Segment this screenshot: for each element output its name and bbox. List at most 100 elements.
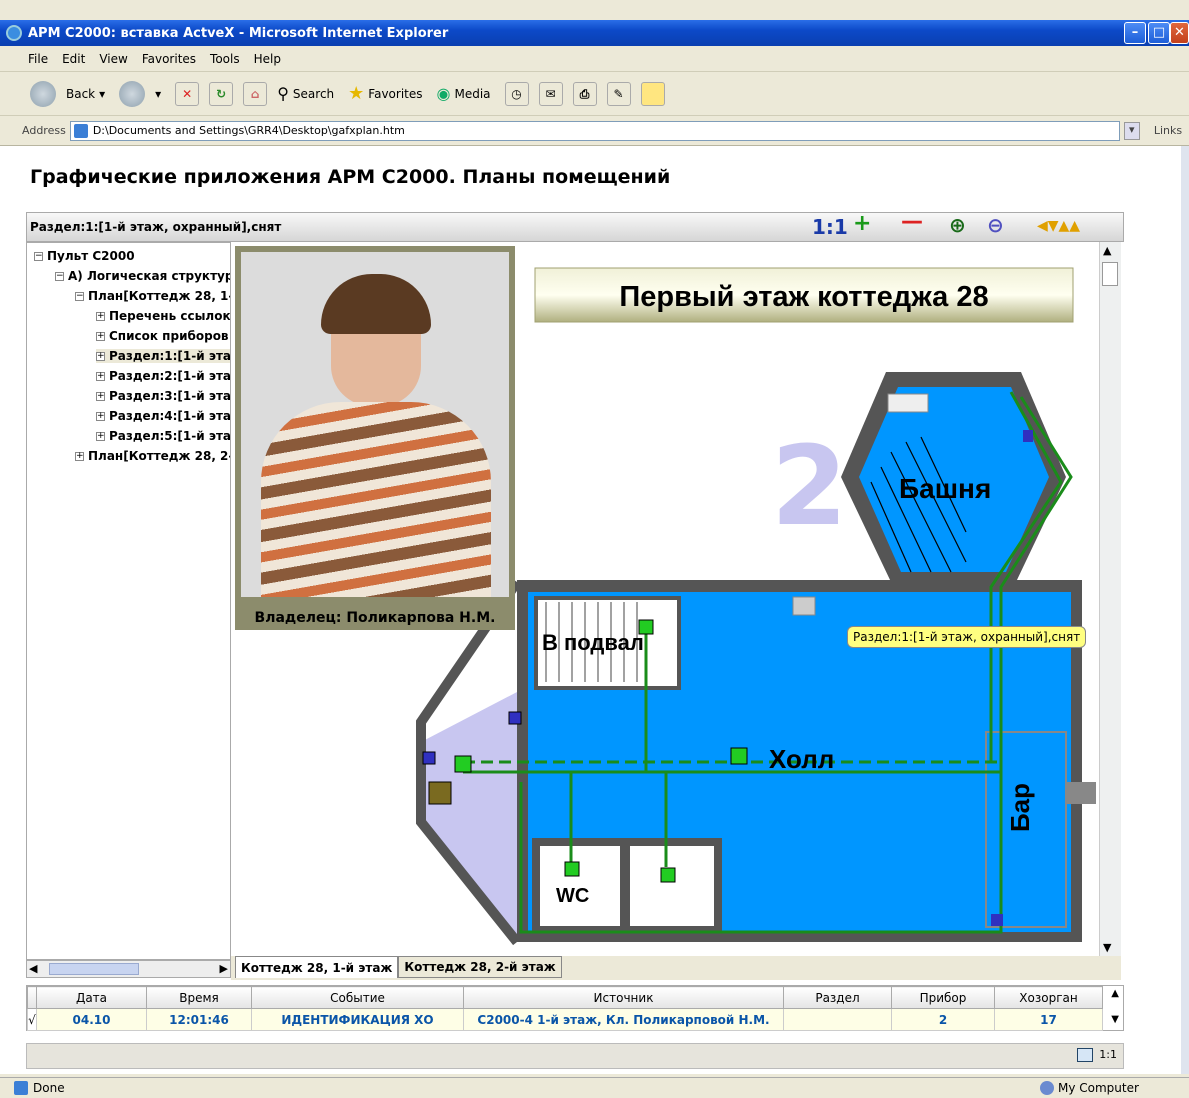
page-done-icon [14,1081,28,1095]
media-button[interactable]: ◉ Media [437,84,491,103]
room-label-basement: В подвал [542,630,644,655]
window-title: АРМ С2000: вставка ActveX - Microsoft In… [28,25,449,41]
scroll-up-icon[interactable]: ▲ [1103,244,1111,257]
event-log: Дата Время Событие Источник Раздел Прибо… [26,985,1124,1031]
search-button[interactable]: ⚲ Search [277,84,334,103]
back-button[interactable]: Back ▾ [30,80,105,107]
menu-file[interactable]: File [28,52,48,66]
owner-photo-frame: Владелец: Поликарпова Н.М. [235,246,515,630]
mail-icon[interactable]: ✉ [538,81,563,106]
search-icon: ⚲ [277,84,289,103]
scroll-right-icon[interactable]: ▶ [220,962,228,975]
tab-floor-2[interactable]: Коттедж 28, 2-й этаж [398,956,562,978]
owner-photo [241,252,509,597]
section-status: Раздел:1:[1-й этаж, охранный],снят [30,220,282,234]
network-icon [1077,1048,1093,1062]
menu-tools[interactable]: Tools [210,52,240,66]
window-title-bar: АРМ С2000: вставка ActveX - Microsoft In… [0,20,1189,46]
add-icon[interactable]: + [853,211,871,236]
scroll-left-icon[interactable]: ◀ [29,962,37,975]
col-owner[interactable]: Хозорган [994,986,1103,1009]
home-icon[interactable]: ⌂ [243,81,268,106]
section-tooltip: Раздел:1:[1-й этаж, охранный],снят [847,626,1087,648]
tab-floor-1[interactable]: Коттедж 28, 1-й этаж [235,956,399,978]
tree-node[interactable]: − Пульт С2000 [34,249,135,263]
scroll-down-icon[interactable]: ▼ [1103,941,1111,954]
tree-node[interactable]: + Перечень ссылок [96,309,230,323]
zoom-out-icon[interactable]: ⊖ [987,213,1004,237]
tree-hscrollbar[interactable]: ◀ ▶ [26,960,231,978]
links-label[interactable]: Links [1154,124,1182,137]
minimize-button[interactable]: – [1124,22,1146,44]
messenger-icon[interactable] [640,81,665,106]
scroll-thumb[interactable] [49,963,139,975]
history-icon[interactable]: ◷ [504,81,529,106]
tree-node[interactable]: +Раздел:4:[1-й этаж] [96,409,230,423]
col-time[interactable]: Время [146,986,252,1009]
wc-room-2 [622,838,722,934]
ie-icon [6,25,22,41]
room-label-hall: Холл [769,744,834,774]
object-tree: − Пульт С2000 − А) Логическая структура − П… [26,242,231,960]
refresh-icon[interactable]: ↻ [209,81,234,106]
zoom-reset-button[interactable]: 1:1 [812,215,848,239]
plan-title: Первый этаж коттеджа 28 [619,281,988,313]
floor-number-2: 2 [771,422,848,550]
event-header-row: Дата Время Событие Источник Раздел Прибо… [27,986,1103,1009]
tree-node[interactable]: − А) Логическая структура [55,269,230,283]
tree-node[interactable]: +Раздел:2:[1-й этаж] [96,369,230,383]
print-icon[interactable]: ⎙ [572,81,597,106]
toolbar: Back ▾ ▾ ✕ ↻ ⌂ ⚲ Search ★ Favorites ◉ Media… [0,72,1189,116]
room-label-tower: Башня [899,473,991,504]
address-input[interactable]: D:\Documents and Settings\GRR4\Desktop\g… [69,120,1120,141]
navigate-arrows-icon[interactable]: ◀▼▲▲ [1037,218,1080,234]
owner-caption: Владелец: Поликарпова Н.М. [254,610,496,626]
event-log-status: 1:1 [26,1043,1124,1069]
page-title: Графические приложения АРМ С2000. Планы … [30,166,671,188]
map-vscrollbar[interactable]: ▲ ▼ [1099,242,1121,956]
forward-button[interactable]: ▾ [119,80,161,107]
col-section[interactable]: Раздел [783,986,892,1009]
address-label: Address [22,124,66,137]
row-check-icon: √ [27,1008,37,1031]
scale-label: 1:1 [1099,1048,1117,1061]
bar-door [1066,782,1096,804]
address-dropdown-icon[interactable]: ▾ [1123,121,1140,140]
close-button[interactable]: ✕ [1170,22,1189,44]
menu-favorites[interactable]: Favorites [142,52,196,66]
col-event[interactable]: Событие [251,986,464,1009]
favorites-button[interactable]: ★ Favorites [348,83,422,104]
remove-icon[interactable]: — [901,209,923,234]
stop-icon[interactable]: ✕ [175,81,200,106]
table-row[interactable]: √ 04.10 12:01:46 ИДЕНТИФИКАЦИЯ ХО С2000-… [27,1008,1103,1031]
col-source[interactable]: Источник [463,986,784,1009]
menu-edit[interactable]: Edit [62,52,85,66]
vscroll-thumb[interactable] [1102,262,1118,286]
col-device[interactable]: Прибор [891,986,995,1009]
events-scroll-up-icon[interactable]: ▲ [1111,988,1119,999]
section-status-bar: Раздел:1:[1-й этаж, охранный],снят 1:1 +… [26,209,1124,242]
menu-help[interactable]: Help [254,52,281,66]
menu-view[interactable]: View [99,52,127,66]
zoom-in-icon[interactable]: ⊕ [949,213,966,237]
status-bar: Done My Computer [0,1077,1189,1098]
col-date[interactable]: Дата [36,986,147,1009]
tree-node-selected[interactable]: +Раздел:1:[1-й этаж] [96,349,230,363]
page-scrollbar[interactable] [1181,146,1189,1074]
tree-node[interactable]: +План[Коттедж 28, 2-й этаж] [75,449,230,463]
menu-bar: File Edit View Favorites Tools Help [0,46,1189,72]
events-scroll-down-icon[interactable]: ▼ [1111,1014,1119,1025]
computer-icon [1040,1081,1054,1095]
tree-node[interactable]: +Раздел:3:[1-й этаж] [96,389,230,403]
maximize-button[interactable]: □ [1148,22,1170,44]
tree-node[interactable]: + Список приборов [96,329,229,343]
tree-node[interactable]: −План[Коттедж 28, 1-й этаж] [75,289,230,303]
page-icon [73,123,88,138]
room-label-wc: WC [556,885,589,907]
edit-icon[interactable]: ✎ [606,81,631,106]
room-label-bar: Бар [1005,783,1035,832]
media-icon: ◉ [436,84,451,103]
star-icon: ★ [348,83,365,104]
tree-node[interactable]: +Раздел:5:[1-й этаж] [96,429,230,443]
floor-plan-canvas[interactable]: 2 Первый этаж коттеджа 28 Башня В подвал… [231,242,1099,956]
